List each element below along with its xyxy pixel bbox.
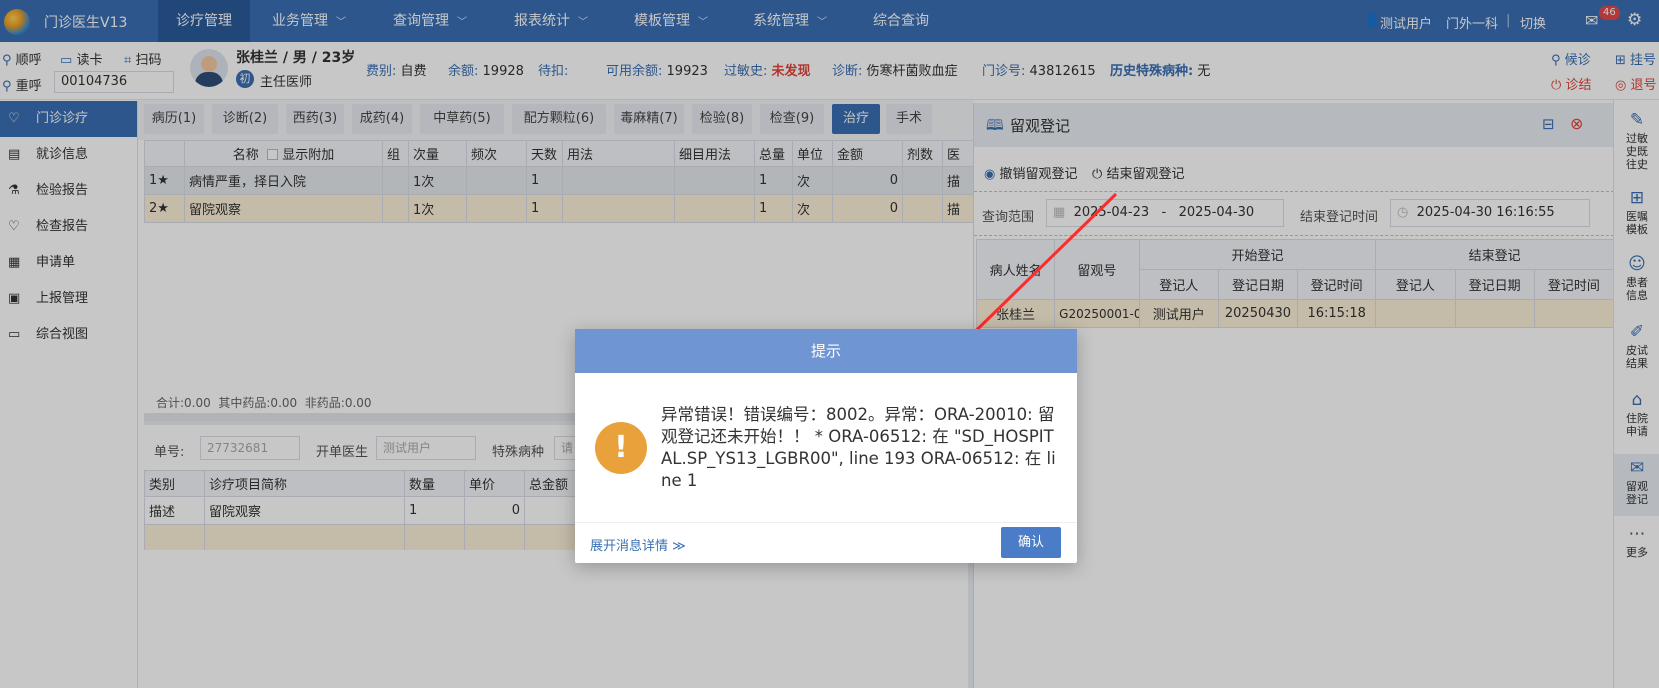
error-dialog: 提示 ! 异常错误！错误编号：8002。异常：ORA-20010: 留观登记还未… <box>575 329 1077 563</box>
confirm-button[interactable]: 确认 <box>1001 527 1061 558</box>
warning-icon: ! <box>595 422 647 474</box>
expand-details-link[interactable]: 展开消息详情 ≫ <box>590 535 686 554</box>
dialog-title: 提示 <box>575 329 1077 373</box>
dialog-message: 异常错误！错误编号：8002。异常：ORA-20010: 留观登记还未开始！！ … <box>661 405 1056 490</box>
